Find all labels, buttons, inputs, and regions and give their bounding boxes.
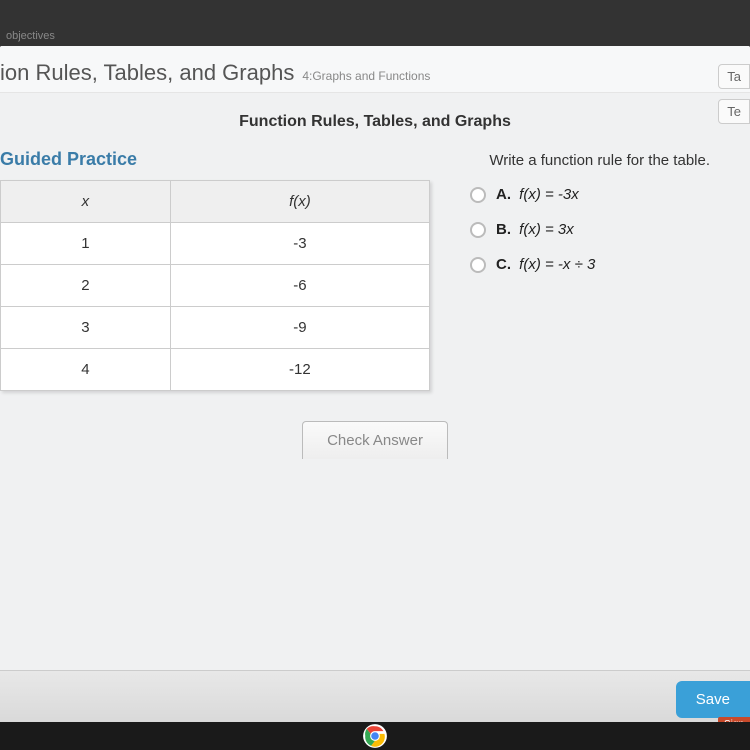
os-taskbar [0,722,750,750]
top-right-chips: Ta Te [718,64,750,124]
header-fx: f(x) [170,181,429,223]
check-answer-button[interactable]: Check Answer [302,421,448,459]
table-header-row: x f(x) [1,181,430,223]
header-x: x [1,181,171,223]
cell-fx: -9 [170,307,429,349]
cell-x: 1 [1,223,171,265]
content-area: Function Rules, Tables, and Graphs Guide… [0,93,750,459]
lesson-header: ion Rules, Tables, and Graphs 4:Graphs a… [0,46,750,93]
device-frame: objectives ion Rules, Tables, and Graphs… [0,0,750,750]
lesson-subtitle: 4:Graphs and Functions [302,69,430,83]
chip-ta[interactable]: Ta [718,64,750,89]
choice-letter: A. [496,186,511,203]
choice-letter: B. [496,221,511,238]
section-subtitle: Function Rules, Tables, and Graphs [239,113,511,130]
guided-practice-label: Guided Practice [0,149,137,170]
cell-x: 3 [1,307,171,349]
table-row: 4 -12 [1,349,430,391]
app-screen: ion Rules, Tables, and Graphs 4:Graphs a… [0,46,750,726]
chip-te[interactable]: Te [718,99,750,124]
radio-icon[interactable] [470,257,486,273]
cell-fx: -3 [170,223,429,265]
cell-fx: -6 [170,265,429,307]
lesson-title: ion Rules, Tables, and Graphs [0,60,294,86]
choice-b[interactable]: B. f(x) = 3x [470,221,595,238]
choice-a[interactable]: A. f(x) = -3x [470,186,595,203]
choice-c[interactable]: C. f(x) = -x ÷ 3 [470,256,595,273]
choice-text: f(x) = -3x [519,186,579,203]
radio-icon[interactable] [470,222,486,238]
browser-tab-label: objectives [0,30,750,46]
save-button[interactable]: Save [676,681,750,718]
table-row: 2 -6 [1,265,430,307]
bottom-bar: Save [0,670,750,726]
function-table: x f(x) 1 -3 2 -6 [0,180,430,391]
cell-x: 2 [1,265,171,307]
table-row: 3 -9 [1,307,430,349]
question-prompt: Write a function rule for the table. [489,152,750,169]
cell-x: 4 [1,349,171,391]
choice-letter: C. [496,256,511,273]
table-row: 1 -3 [1,223,430,265]
radio-icon[interactable] [470,187,486,203]
choice-text: f(x) = -x ÷ 3 [519,256,595,273]
chrome-icon[interactable] [362,723,388,749]
choice-text: f(x) = 3x [519,221,574,238]
answer-choices: A. f(x) = -3x B. f(x) = 3x [430,186,595,273]
cell-fx: -12 [170,349,429,391]
